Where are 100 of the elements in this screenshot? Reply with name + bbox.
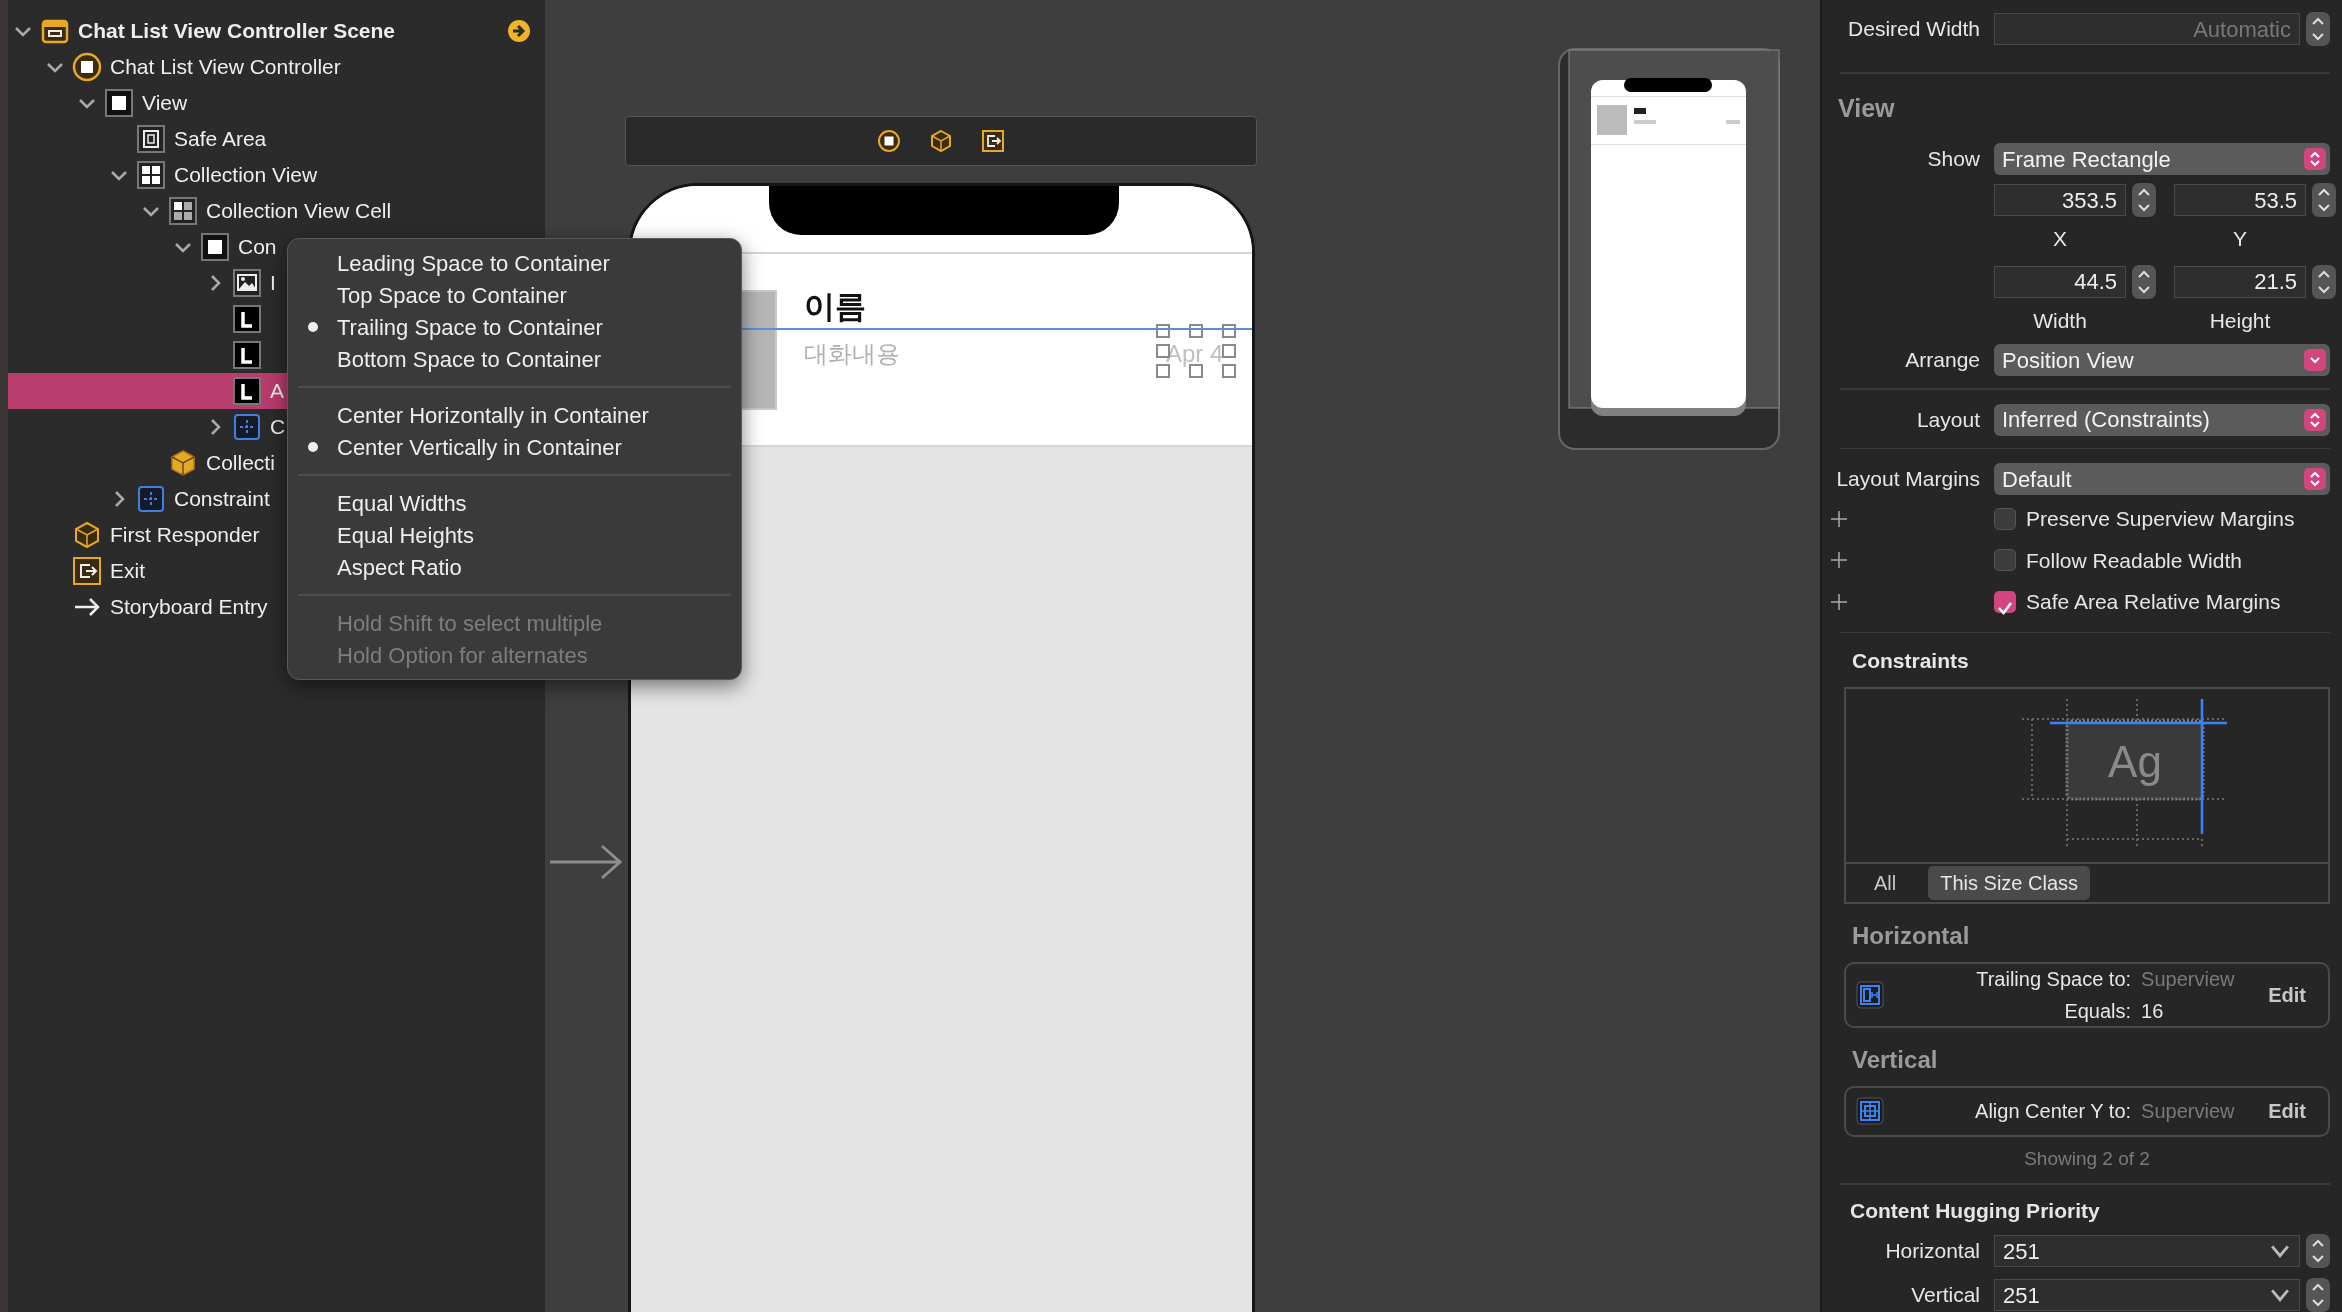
outline-item[interactable]: First Responder (110, 519, 260, 551)
outline-item[interactable]: Safe Area (174, 123, 267, 155)
popup-button[interactable]: Default (1994, 463, 2330, 496)
section-title: View (1838, 92, 1896, 124)
checkbox[interactable] (1994, 507, 2016, 530)
grid-icon (136, 160, 166, 190)
stepper[interactable] (2306, 12, 2330, 46)
stepper[interactable] (2306, 1234, 2330, 1268)
outline-item[interactable]: Collecti (206, 447, 275, 479)
popup-button[interactable]: Position View (1994, 344, 2330, 376)
stepper[interactable] (2132, 264, 2156, 299)
desired-width-field[interactable]: Automatic (1994, 13, 2300, 45)
safe-area-icon (136, 124, 166, 154)
outline-item[interactable]: C (270, 411, 286, 443)
exit-icon[interactable] (981, 129, 1005, 153)
outline-item[interactable]: View (142, 87, 188, 119)
outline-item[interactable]: A (270, 375, 284, 407)
menu-item[interactable]: Top Space to Container (288, 279, 741, 311)
cube-icon[interactable] (929, 129, 953, 153)
priority-combo[interactable]: 251 (1994, 1235, 2300, 1267)
stepper[interactable] (2306, 1278, 2330, 1312)
minimap-drawing[interactable] (1558, 48, 1780, 450)
outline-item[interactable]: Constraint (174, 483, 270, 515)
outline-item[interactable]: Chat List View Controller (110, 51, 341, 83)
constraint-value: 16 (2141, 998, 2165, 1024)
section-title: Constraints (1852, 648, 1970, 675)
menu-item[interactable]: Equal Widths (288, 487, 741, 519)
constraint-value: Superview (2141, 966, 2236, 992)
section-title: Horizontal (1852, 920, 1971, 951)
outline-item[interactable]: Exit (110, 555, 145, 587)
label-icon (232, 376, 262, 406)
field-label: Desired Width (1847, 16, 1981, 43)
date-label: Apr 4 (1166, 339, 1224, 369)
number-field[interactable]: 53.5 (2174, 184, 2306, 216)
arrow-circle-icon[interactable] (507, 19, 531, 43)
field-label: Show (1926, 146, 1981, 173)
preview-text: Ag (2108, 736, 2162, 786)
menu-item[interactable]: Center Horizontally in Container (288, 399, 741, 431)
number-field[interactable]: 21.5 (2174, 265, 2306, 298)
stepper[interactable] (2132, 183, 2156, 217)
controller-icon[interactable] (877, 129, 901, 153)
grid-icon (168, 196, 198, 226)
stepper[interactable] (2312, 264, 2336, 299)
cube-icon (72, 520, 102, 550)
popup-indicator-icon (2304, 349, 2326, 371)
menu-item[interactable]: Trailing Space to Container (288, 311, 741, 343)
view-icon (104, 88, 134, 118)
plus-icon[interactable] (1830, 592, 1848, 611)
exit-icon (72, 556, 102, 586)
field-label: Layout Margins (1835, 466, 1981, 493)
outline-item[interactable]: Chat List View Controller Scene (78, 15, 396, 47)
constraints-icon (136, 484, 166, 514)
menu-item[interactable]: Aspect Ratio (288, 551, 741, 583)
constraint-icon (1856, 1097, 1884, 1126)
footer-text: Showing 2 of 2 (2023, 1146, 2151, 1171)
checkbox[interactable] (1994, 549, 2016, 572)
constraint-label: Trailing Space to: (1975, 966, 2132, 992)
field-label: Layout (1915, 406, 1981, 433)
constraint-label: Equals: (2063, 998, 2132, 1024)
cube-icon (168, 448, 198, 478)
field-caption: X (2052, 226, 2068, 252)
menu-item[interactable]: Leading Space to Container (288, 247, 741, 279)
number-field[interactable]: 353.5 (1994, 184, 2126, 216)
menu-item[interactable]: Equal Heights (288, 519, 741, 551)
entry-arrow-icon (548, 842, 624, 882)
number-field[interactable]: 44.5 (1994, 265, 2126, 298)
popup-button[interactable]: Frame Rectangle (1994, 143, 2330, 175)
checkbox[interactable] (1994, 590, 2016, 613)
filter-tab[interactable]: All (1862, 865, 1909, 900)
filter-tab[interactable]: This Size Class (1928, 865, 2091, 900)
field-caption: Y (2232, 226, 2248, 252)
outline-item[interactable]: I (270, 267, 276, 299)
outline-item[interactable]: Con (238, 231, 277, 263)
label-icon (232, 340, 262, 370)
outline-item[interactable]: Collection View (174, 159, 318, 191)
outline-item[interactable]: Collection View Cell (206, 195, 392, 227)
field-label: Arrange (1904, 347, 1981, 374)
outline-item[interactable]: Storyboard Entry (110, 591, 268, 623)
menu-item[interactable]: Bottom Space to Container (288, 343, 741, 375)
section-title: Content Hugging Priority (1850, 1197, 2101, 1224)
field-label: Vertical (1910, 1282, 1981, 1309)
edit-button[interactable]: Edit (2268, 1096, 2306, 1127)
view-icon (200, 232, 230, 262)
image-icon (232, 268, 262, 298)
plus-icon[interactable] (1830, 509, 1848, 528)
stepper[interactable] (2312, 183, 2336, 217)
popup-indicator-icon (2304, 468, 2326, 491)
edit-button[interactable]: Edit (2268, 979, 2306, 1010)
plus-icon[interactable] (1830, 551, 1848, 570)
section-title: Vertical (1852, 1044, 1939, 1075)
message-label: 대화내용 (804, 339, 900, 369)
checkbox-label: Follow Readable Width (2026, 547, 2242, 574)
constraint-value: Superview (2141, 1099, 2236, 1125)
selection-handles[interactable] (1156, 324, 1236, 378)
popup-button[interactable]: Inferred (Constraints) (1994, 403, 2330, 436)
constraint-label: Align Center Y to: (1974, 1099, 2132, 1125)
field-label: Horizontal (1884, 1238, 1981, 1265)
priority-combo[interactable]: 251 (1994, 1279, 2300, 1311)
menu-item[interactable]: Center Vertically in Container (288, 431, 741, 463)
checkbox-label: Safe Area Relative Margins (2026, 589, 2281, 616)
